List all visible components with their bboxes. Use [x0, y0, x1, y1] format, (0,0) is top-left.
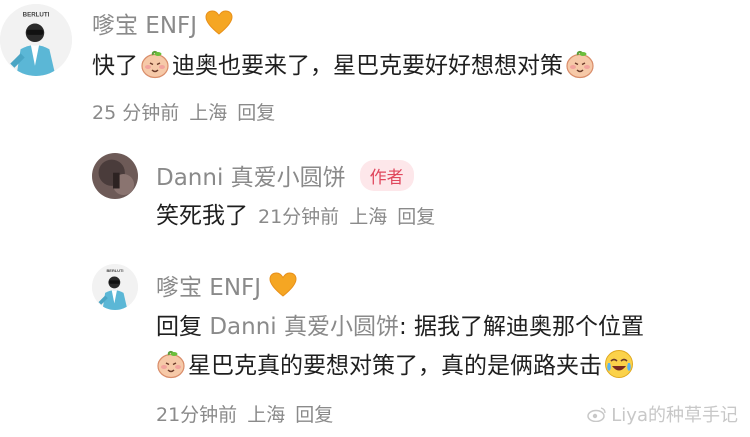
avatar-image — [92, 264, 138, 310]
comment-body: 快了 迪奥也要来了，星巴克要好好想想对策 — [92, 48, 597, 84]
weibo-logo-icon — [587, 407, 606, 422]
username[interactable]: 嗲宝 ENFJ — [92, 6, 197, 40]
heart-icon — [269, 272, 297, 298]
location: 上海 — [189, 102, 228, 124]
avatar[interactable] — [0, 4, 72, 76]
username[interactable]: 嗲宝 ENFJ — [156, 268, 261, 302]
watermark-text: Liya的种草手记 — [611, 405, 738, 426]
comment-text-part-1: 快了 — [92, 53, 138, 79]
location: 上海 — [349, 206, 388, 228]
reply-button[interactable]: 回复 — [237, 102, 275, 124]
avatar-image — [92, 153, 138, 199]
comment-text-line-2: 星巴克真的要想对策了，真的是俩路夹击 — [188, 353, 602, 379]
reply-button[interactable]: 回复 — [295, 404, 333, 426]
comment-text-part-2: 迪奥也要来了，星巴克要好好想想对策 — [172, 53, 563, 79]
username[interactable]: Danni 真爱小圆饼 — [156, 158, 346, 192]
comment-body: 笑死我了 21分钟前 上海 回复 — [156, 198, 445, 235]
reply-target-username[interactable]: Danni 真爱小圆饼 — [209, 314, 399, 340]
comment-body-line-2: 星巴克真的要想对策了，真的是俩路夹击 — [154, 348, 636, 384]
comment-header: Danni 真爱小圆饼 作者 — [156, 158, 414, 192]
timestamp: 25 分钟前 — [92, 102, 180, 124]
avatar[interactable] — [92, 264, 138, 310]
peach-emoji-icon — [156, 349, 186, 379]
laugh-cry-emoji-icon — [604, 349, 634, 379]
author-badge: 作者 — [359, 159, 414, 191]
peach-emoji-icon — [140, 49, 170, 79]
avatar-image — [0, 4, 72, 76]
heart-icon — [205, 10, 233, 36]
comment-header: 嗲宝 ENFJ — [92, 6, 233, 40]
comment-text-line-1: : 据我了解迪奥那个位置 — [398, 314, 645, 340]
timestamp: 21分钟前 — [258, 206, 340, 228]
comment-meta: 21分钟前 上海 回复 — [156, 397, 343, 433]
comment-body-line-1: 回复 Danni 真爱小圆饼: 据我了解迪奥那个位置 — [156, 309, 644, 345]
comment-text: 笑死我了 — [156, 203, 248, 229]
avatar[interactable] — [92, 153, 138, 199]
timestamp: 21分钟前 — [156, 404, 238, 426]
comment-meta: 25 分钟前 上海 回复 — [92, 95, 285, 131]
location: 上海 — [247, 404, 286, 426]
peach-emoji-icon — [565, 49, 595, 79]
reply-prefix: 回复 — [156, 314, 202, 340]
watermark: Liya的种草手记 — [587, 401, 738, 427]
reply-button[interactable]: 回复 — [397, 206, 435, 228]
comment-header: 嗲宝 ENFJ — [156, 268, 297, 302]
